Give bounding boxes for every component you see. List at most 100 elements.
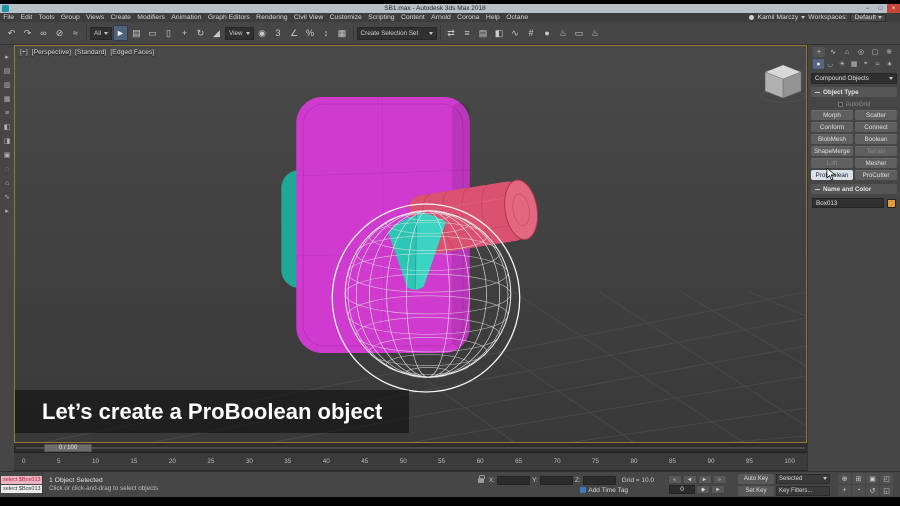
select-object-icon[interactable]: ► <box>113 25 128 41</box>
edit-named-selections-icon[interactable]: ▦ <box>335 25 350 41</box>
undo-icon[interactable]: ↶ <box>4 25 19 41</box>
add-time-tag-button[interactable]: Add Time Tag <box>588 487 628 494</box>
object-type-button[interactable]: Scatter <box>855 110 897 120</box>
motion-tab-icon[interactable]: ◎ <box>855 47 867 57</box>
left-toolbar-icon[interactable]: ▸ <box>5 54 9 62</box>
y-coordinate-field[interactable] <box>539 475 573 485</box>
object-category-dropdown[interactable]: Compound Objects <box>811 73 897 84</box>
menu-item[interactable]: Arnold <box>428 13 454 22</box>
viewport-renderer-menu[interactable]: [Standard] <box>75 49 106 56</box>
autogrid-checkbox[interactable] <box>837 101 843 107</box>
viewport-canvas[interactable] <box>15 46 806 442</box>
modify-tab-icon[interactable]: ∿ <box>827 47 839 57</box>
left-toolbar-icon[interactable]: ▦ <box>4 96 11 104</box>
viewport-general-menu[interactable]: [+] <box>20 49 28 56</box>
layer-manager-icon[interactable]: ▤ <box>476 25 491 41</box>
menu-item[interactable]: Graph Editors <box>205 13 253 22</box>
maximize-button[interactable]: □ <box>874 4 887 13</box>
left-toolbar-icon[interactable]: ◨ <box>4 138 11 146</box>
menu-item[interactable]: Content <box>398 13 428 22</box>
rendered-frame-icon[interactable]: ▭ <box>572 25 587 41</box>
select-scale-icon[interactable]: ◢ <box>209 25 224 41</box>
set-key-button[interactable]: Set Key <box>738 485 774 496</box>
time-slider-handle[interactable]: 0 / 100 <box>44 444 92 452</box>
auto-key-button[interactable]: Auto Key <box>738 473 774 484</box>
close-button[interactable]: × <box>887 4 900 13</box>
shapes-category-icon[interactable]: ◡ <box>825 59 836 69</box>
left-toolbar-icon[interactable]: ▣ <box>4 152 11 160</box>
menu-item[interactable]: Modifiers <box>134 13 168 22</box>
mirror-icon[interactable]: ⇄ <box>444 25 459 41</box>
object-name-field[interactable]: Box013 <box>812 198 884 208</box>
menu-item[interactable]: Scripting <box>365 13 398 22</box>
selection-lock-icon[interactable] <box>477 474 485 483</box>
menu-item[interactable]: Corona <box>454 13 483 22</box>
menu-item[interactable]: Civil View <box>291 13 327 22</box>
left-toolbar-icon[interactable]: ▥ <box>4 82 11 90</box>
play-icon[interactable]: ► <box>697 475 712 484</box>
redo-icon[interactable]: ↷ <box>20 25 35 41</box>
render-setup-icon[interactable]: ♨ <box>556 25 571 41</box>
object-type-button[interactable]: Terrain <box>855 146 897 156</box>
menu-item[interactable]: Customize <box>326 13 364 22</box>
schematic-view-icon[interactable]: # <box>524 25 539 41</box>
align-icon[interactable]: ≡ <box>460 25 475 41</box>
menu-item[interactable]: Octane <box>503 13 531 22</box>
fov-icon[interactable]: ◔ <box>852 485 865 496</box>
spacewarps-category-icon[interactable]: ≈ <box>872 59 883 69</box>
object-type-button[interactable]: Morph <box>811 110 853 120</box>
viewport-shading-menu[interactable]: [Edged Faces] <box>110 49 154 56</box>
left-toolbar-icon[interactable]: ≡ <box>5 110 9 118</box>
object-type-button[interactable]: Boolean <box>855 134 897 144</box>
time-slider[interactable]: 0 / 100 <box>14 443 807 453</box>
systems-category-icon[interactable]: ∗ <box>884 59 895 69</box>
menu-item[interactable]: Rendering <box>253 13 291 22</box>
zoom-icon[interactable]: ⊕ <box>838 473 851 484</box>
name-color-rollout-header[interactable]: Name and Color <box>811 184 897 194</box>
left-toolbar-icon[interactable]: ◌ <box>5 166 9 174</box>
menu-item[interactable]: File <box>0 13 17 22</box>
workspaces-dropdown[interactable]: Default <box>850 13 886 22</box>
menu-item[interactable]: Help <box>483 13 503 22</box>
spinner-snap-icon[interactable]: ↕ <box>319 25 334 41</box>
z-coordinate-field[interactable] <box>582 475 616 485</box>
window-crossing-icon[interactable]: ▯ <box>161 25 176 41</box>
object-type-rollout-header[interactable]: Object Type <box>811 87 897 97</box>
select-rotate-icon[interactable]: ↻ <box>193 25 208 41</box>
curve-editor-icon[interactable]: ∿ <box>508 25 523 41</box>
menu-item[interactable]: Tools <box>35 13 57 22</box>
bind-spacewarp-icon[interactable]: ≈ <box>68 25 83 41</box>
orbit-icon[interactable]: ↺ <box>866 485 879 496</box>
angle-snap-icon[interactable]: ∠ <box>287 25 302 41</box>
reference-coordinate-dropdown[interactable]: View <box>225 26 254 40</box>
key-mode-toggle-icon[interactable]: ◆ <box>696 485 710 494</box>
key-filters-button[interactable]: Key Filters... <box>776 485 830 496</box>
maximize-viewport-icon[interactable]: ◱ <box>880 485 893 496</box>
hierarchy-tab-icon[interactable]: ⌂ <box>841 47 853 57</box>
menu-item[interactable]: Edit <box>17 13 35 22</box>
zoom-extents-icon[interactable]: ▣ <box>866 473 879 484</box>
lights-category-icon[interactable]: ☀ <box>837 59 848 69</box>
left-toolbar-icon[interactable]: ⌂ <box>5 180 9 188</box>
select-move-icon[interactable]: + <box>177 25 192 41</box>
select-by-name-icon[interactable]: ▤ <box>129 25 144 41</box>
ribbon-icon[interactable]: ◧ <box>492 25 507 41</box>
object-type-button[interactable]: ShapeMerge <box>811 146 853 156</box>
object-type-button[interactable]: Conform <box>811 122 853 132</box>
time-slider-track[interactable] <box>16 447 805 449</box>
percent-snap-icon[interactable]: % <box>303 25 318 41</box>
go-to-start-icon[interactable]: « <box>667 475 682 484</box>
selection-filter-dropdown[interactable]: All <box>90 26 112 40</box>
keying-set-dropdown[interactable]: Selected <box>776 473 830 484</box>
rect-region-icon[interactable]: ▭ <box>145 25 160 41</box>
listener-line[interactable]: select $Box013 <box>1 485 42 493</box>
create-tab-icon[interactable]: + <box>813 47 825 57</box>
track-bar[interactable]: 0 5 10 15 20 25 30 35 40 45 50 55 60 65 70 75 80 85 90 95 10… <box>14 453 807 471</box>
viewport-pov-menu[interactable]: [Perspective] <box>32 49 71 56</box>
helpers-category-icon[interactable]: ⌖ <box>860 59 871 69</box>
unlink-icon[interactable]: ⊘ <box>52 25 67 41</box>
zoom-region-icon[interactable]: ◰ <box>880 473 893 484</box>
object-type-button[interactable]: Loft <box>811 158 853 168</box>
menu-item[interactable]: Animation <box>168 13 205 22</box>
object-color-swatch[interactable] <box>887 198 896 208</box>
